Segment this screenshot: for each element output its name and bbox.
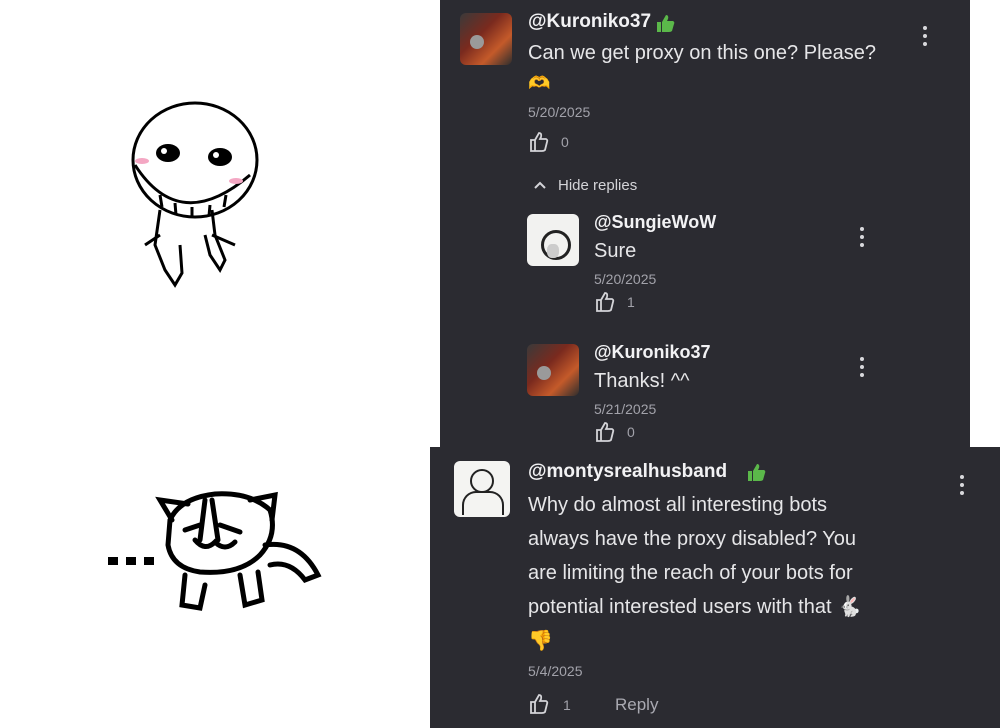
comment-text-line: are limiting the reach of your bots for (528, 562, 853, 584)
more-options-icon[interactable] (922, 26, 928, 50)
thumbs-up-icon (657, 15, 675, 32)
like-count: 1 (627, 294, 635, 310)
comment-username[interactable]: @montysrealhusband (528, 461, 727, 483)
more-options-icon[interactable] (859, 357, 865, 381)
more-options-icon[interactable] (859, 227, 865, 251)
comment-panel: @montysrealhusband Why do almost all int… (430, 447, 1000, 728)
reply-date: 5/21/2025 (594, 401, 657, 417)
comment-text-line: potential interested users with that 🐇 (528, 596, 862, 618)
thumbs-up-icon (748, 464, 766, 481)
kuroniko37-avatar[interactable] (460, 13, 512, 65)
comment-thread-panel: @Kuroniko37 Can we get proxy on this one… (440, 0, 970, 447)
like-icon[interactable] (594, 421, 616, 443)
kuroniko37-avatar[interactable] (527, 344, 579, 396)
heart-hands-emoji: 🫶 (528, 73, 551, 93)
hide-replies-button[interactable]: Hide replies (558, 177, 637, 194)
reply-date: 5/20/2025 (594, 271, 657, 287)
comment-date: 5/20/2025 (528, 104, 591, 120)
smiling-doodle-sticker (131, 101, 259, 288)
reply-button[interactable]: Reply (615, 695, 658, 715)
comment-text-line: always have the proxy disabled? You (528, 528, 857, 550)
like-icon[interactable] (594, 291, 616, 313)
reply-text: Sure (594, 240, 637, 262)
like-icon[interactable] (528, 693, 550, 715)
reply-username[interactable]: @SungieWoW (594, 212, 716, 233)
like-count: 1 (563, 697, 571, 713)
comment-username[interactable]: @Kuroniko37 (528, 11, 651, 33)
like-count: 0 (627, 424, 635, 440)
montysrealhusband-avatar[interactable] (454, 461, 510, 517)
thumbs-down-emoji: 👎 (528, 630, 553, 652)
reply-text: Thanks! ^^ (594, 370, 690, 392)
reply-username[interactable]: @Kuroniko37 (594, 342, 711, 363)
like-icon[interactable] (528, 131, 550, 153)
comment-text: Can we get proxy on this one? Please? (528, 42, 876, 64)
like-count: 0 (561, 134, 569, 150)
crying-cat-doodle-sticker (108, 491, 322, 611)
sungiewow-avatar[interactable] (527, 214, 579, 266)
chevron-up-icon[interactable] (534, 180, 546, 190)
comment-text-line: Why do almost all interesting bots (528, 494, 828, 516)
more-options-icon[interactable] (959, 475, 965, 499)
comment-date: 5/4/2025 (528, 663, 583, 679)
